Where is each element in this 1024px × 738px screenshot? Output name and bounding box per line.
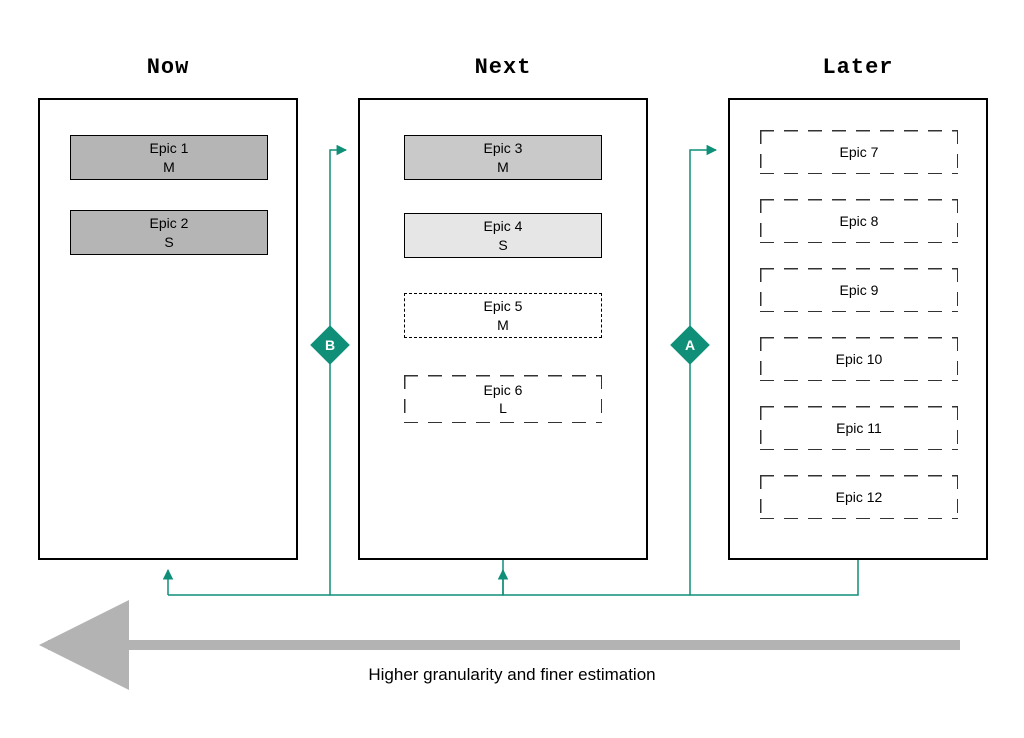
epic-name: Epic 9 <box>840 281 879 299</box>
epic-card-7: Epic 7 <box>760 130 958 174</box>
gate-b-label: B <box>325 337 335 353</box>
column-title-next: Next <box>358 55 648 80</box>
column-title-now: Now <box>38 55 298 80</box>
epic-name: Epic 3 <box>484 139 523 157</box>
gate-b-diamond: B <box>310 325 350 365</box>
epic-name: Epic 2 <box>150 214 189 232</box>
epic-card-11: Epic 11 <box>760 406 958 450</box>
granularity-caption: Higher granularity and finer estimation <box>0 665 1024 685</box>
epic-name: Epic 11 <box>836 419 882 437</box>
epic-card-3: Epic 3 M <box>404 135 602 180</box>
epic-card-9: Epic 9 <box>760 268 958 312</box>
epic-size: S <box>164 233 173 251</box>
epic-card-5: Epic 5 M <box>404 293 602 338</box>
epic-card-1: Epic 1 M <box>70 135 268 180</box>
epic-size: M <box>497 158 509 176</box>
epic-name: Epic 10 <box>836 350 883 368</box>
epic-name: Epic 4 <box>484 217 523 235</box>
epic-size: M <box>497 316 509 334</box>
epic-size: S <box>498 236 507 254</box>
epic-card-2: Epic 2 S <box>70 210 268 255</box>
flow-path-a-segment2 <box>690 150 716 337</box>
epic-card-10: Epic 10 <box>760 337 958 381</box>
gate-a-diamond: A <box>670 325 710 365</box>
epic-name: Epic 6 <box>484 381 523 399</box>
gate-a-label: A <box>685 337 695 353</box>
epic-name: Epic 7 <box>840 143 879 161</box>
epic-card-6: Epic 6 L <box>404 375 602 423</box>
epic-name: Epic 1 <box>150 139 189 157</box>
column-title-later: Later <box>728 55 988 80</box>
flow-path-b-segment2 <box>330 150 346 337</box>
epic-card-8: Epic 8 <box>760 199 958 243</box>
epic-name: Epic 12 <box>836 488 883 506</box>
epic-name: Epic 8 <box>840 212 879 230</box>
roadmap-diagram: Now Next Later Epic 1 M Epic 2 S Epic 3 … <box>0 0 1024 738</box>
epic-card-12: Epic 12 <box>760 475 958 519</box>
epic-size: L <box>499 399 507 417</box>
epic-name: Epic 5 <box>484 297 523 315</box>
epic-size: M <box>163 158 175 176</box>
epic-card-4: Epic 4 S <box>404 213 602 258</box>
